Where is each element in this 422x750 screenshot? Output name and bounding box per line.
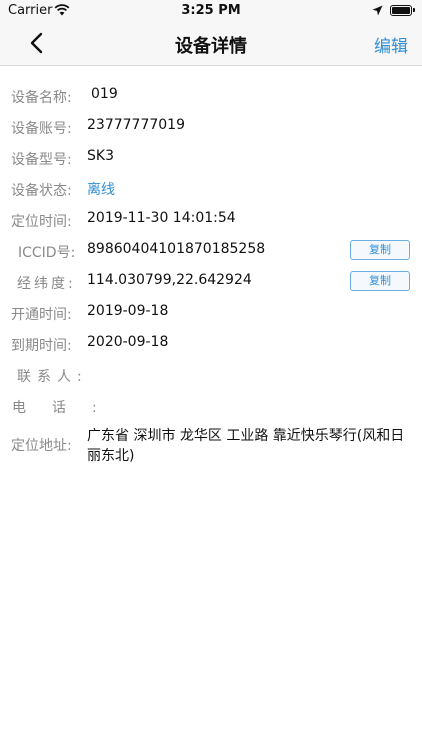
address-value: 广东省 深圳市 龙华区 工业路 靠近快乐琴行(风和日丽东北) [87, 428, 405, 464]
phone-label: 电话: [12, 400, 123, 416]
device-model-row: 设备型号: SK3 [0, 143, 422, 174]
location-time-row: 定位时间: 2019-11-30 14:01:54 [0, 205, 422, 236]
location-time-value: 2019-11-30 14:01:54 [87, 210, 236, 226]
battery-full-icon [390, 5, 415, 16]
device-status-value: 离线 [87, 182, 115, 198]
iccid-label: ICCID号: [18, 245, 76, 261]
contact-row: 联系人: [0, 360, 422, 391]
device-name-row: 设备名称: 019 [0, 81, 422, 112]
expiry-date-value: 2020-09-18 [87, 334, 169, 350]
expiry-date-row: 到期时间: 2020-09-18 [0, 329, 422, 360]
device-status-label: 设备状态: [11, 183, 72, 199]
copy-coordinates-button[interactable]: 复制 [350, 271, 410, 291]
coordinates-value: 114.030799,22.642924 [87, 272, 252, 288]
device-model-label: 设备型号: [11, 152, 72, 168]
coordinates-row: 经纬度: 114.030799,22.642924 复制 [0, 267, 422, 298]
edit-button[interactable]: 编辑 [374, 32, 408, 57]
address-label: 定位地址: [11, 438, 72, 454]
copy-iccid-button[interactable]: 复制 [350, 240, 410, 260]
phone-row: 电话: [0, 391, 422, 422]
iccid-row: ICCID号: 89860404101870185258 复制 [0, 236, 422, 267]
clock: 3:25 PM [181, 3, 241, 18]
device-account-row: 设备账号: 23777777019 [0, 112, 422, 143]
device-name-value: 019 [91, 86, 118, 102]
location-arrow-icon [372, 5, 383, 16]
device-account-value: 23777777019 [87, 117, 185, 133]
activation-date-label: 开通时间: [11, 307, 72, 323]
contact-label: 联系人: [17, 369, 88, 385]
device-status-row: 设备状态: 离线 [0, 174, 422, 205]
device-account-label: 设备账号: [11, 121, 72, 137]
expiry-date-label: 到期时间: [11, 338, 72, 354]
activation-date-row: 开通时间: 2019-09-18 [0, 298, 422, 329]
location-time-label: 定位时间: [11, 214, 72, 230]
address-row: 定位地址: 广东省 深圳市 龙华区 工业路 靠近快乐琴行(风和日丽东北) [0, 422, 422, 476]
coordinates-label: 经纬度: [17, 276, 76, 292]
device-name-label: 设备名称: [11, 90, 72, 106]
device-model-value: SK3 [87, 148, 114, 164]
activation-date-value: 2019-09-18 [87, 303, 169, 319]
page-title: 设备详情 [175, 36, 247, 57]
navigation-bar: 设备详情 编辑 [0, 22, 422, 66]
iccid-value: 89860404101870185258 [87, 241, 266, 257]
status-bar: Carrier 3:25 PM [0, 0, 422, 22]
